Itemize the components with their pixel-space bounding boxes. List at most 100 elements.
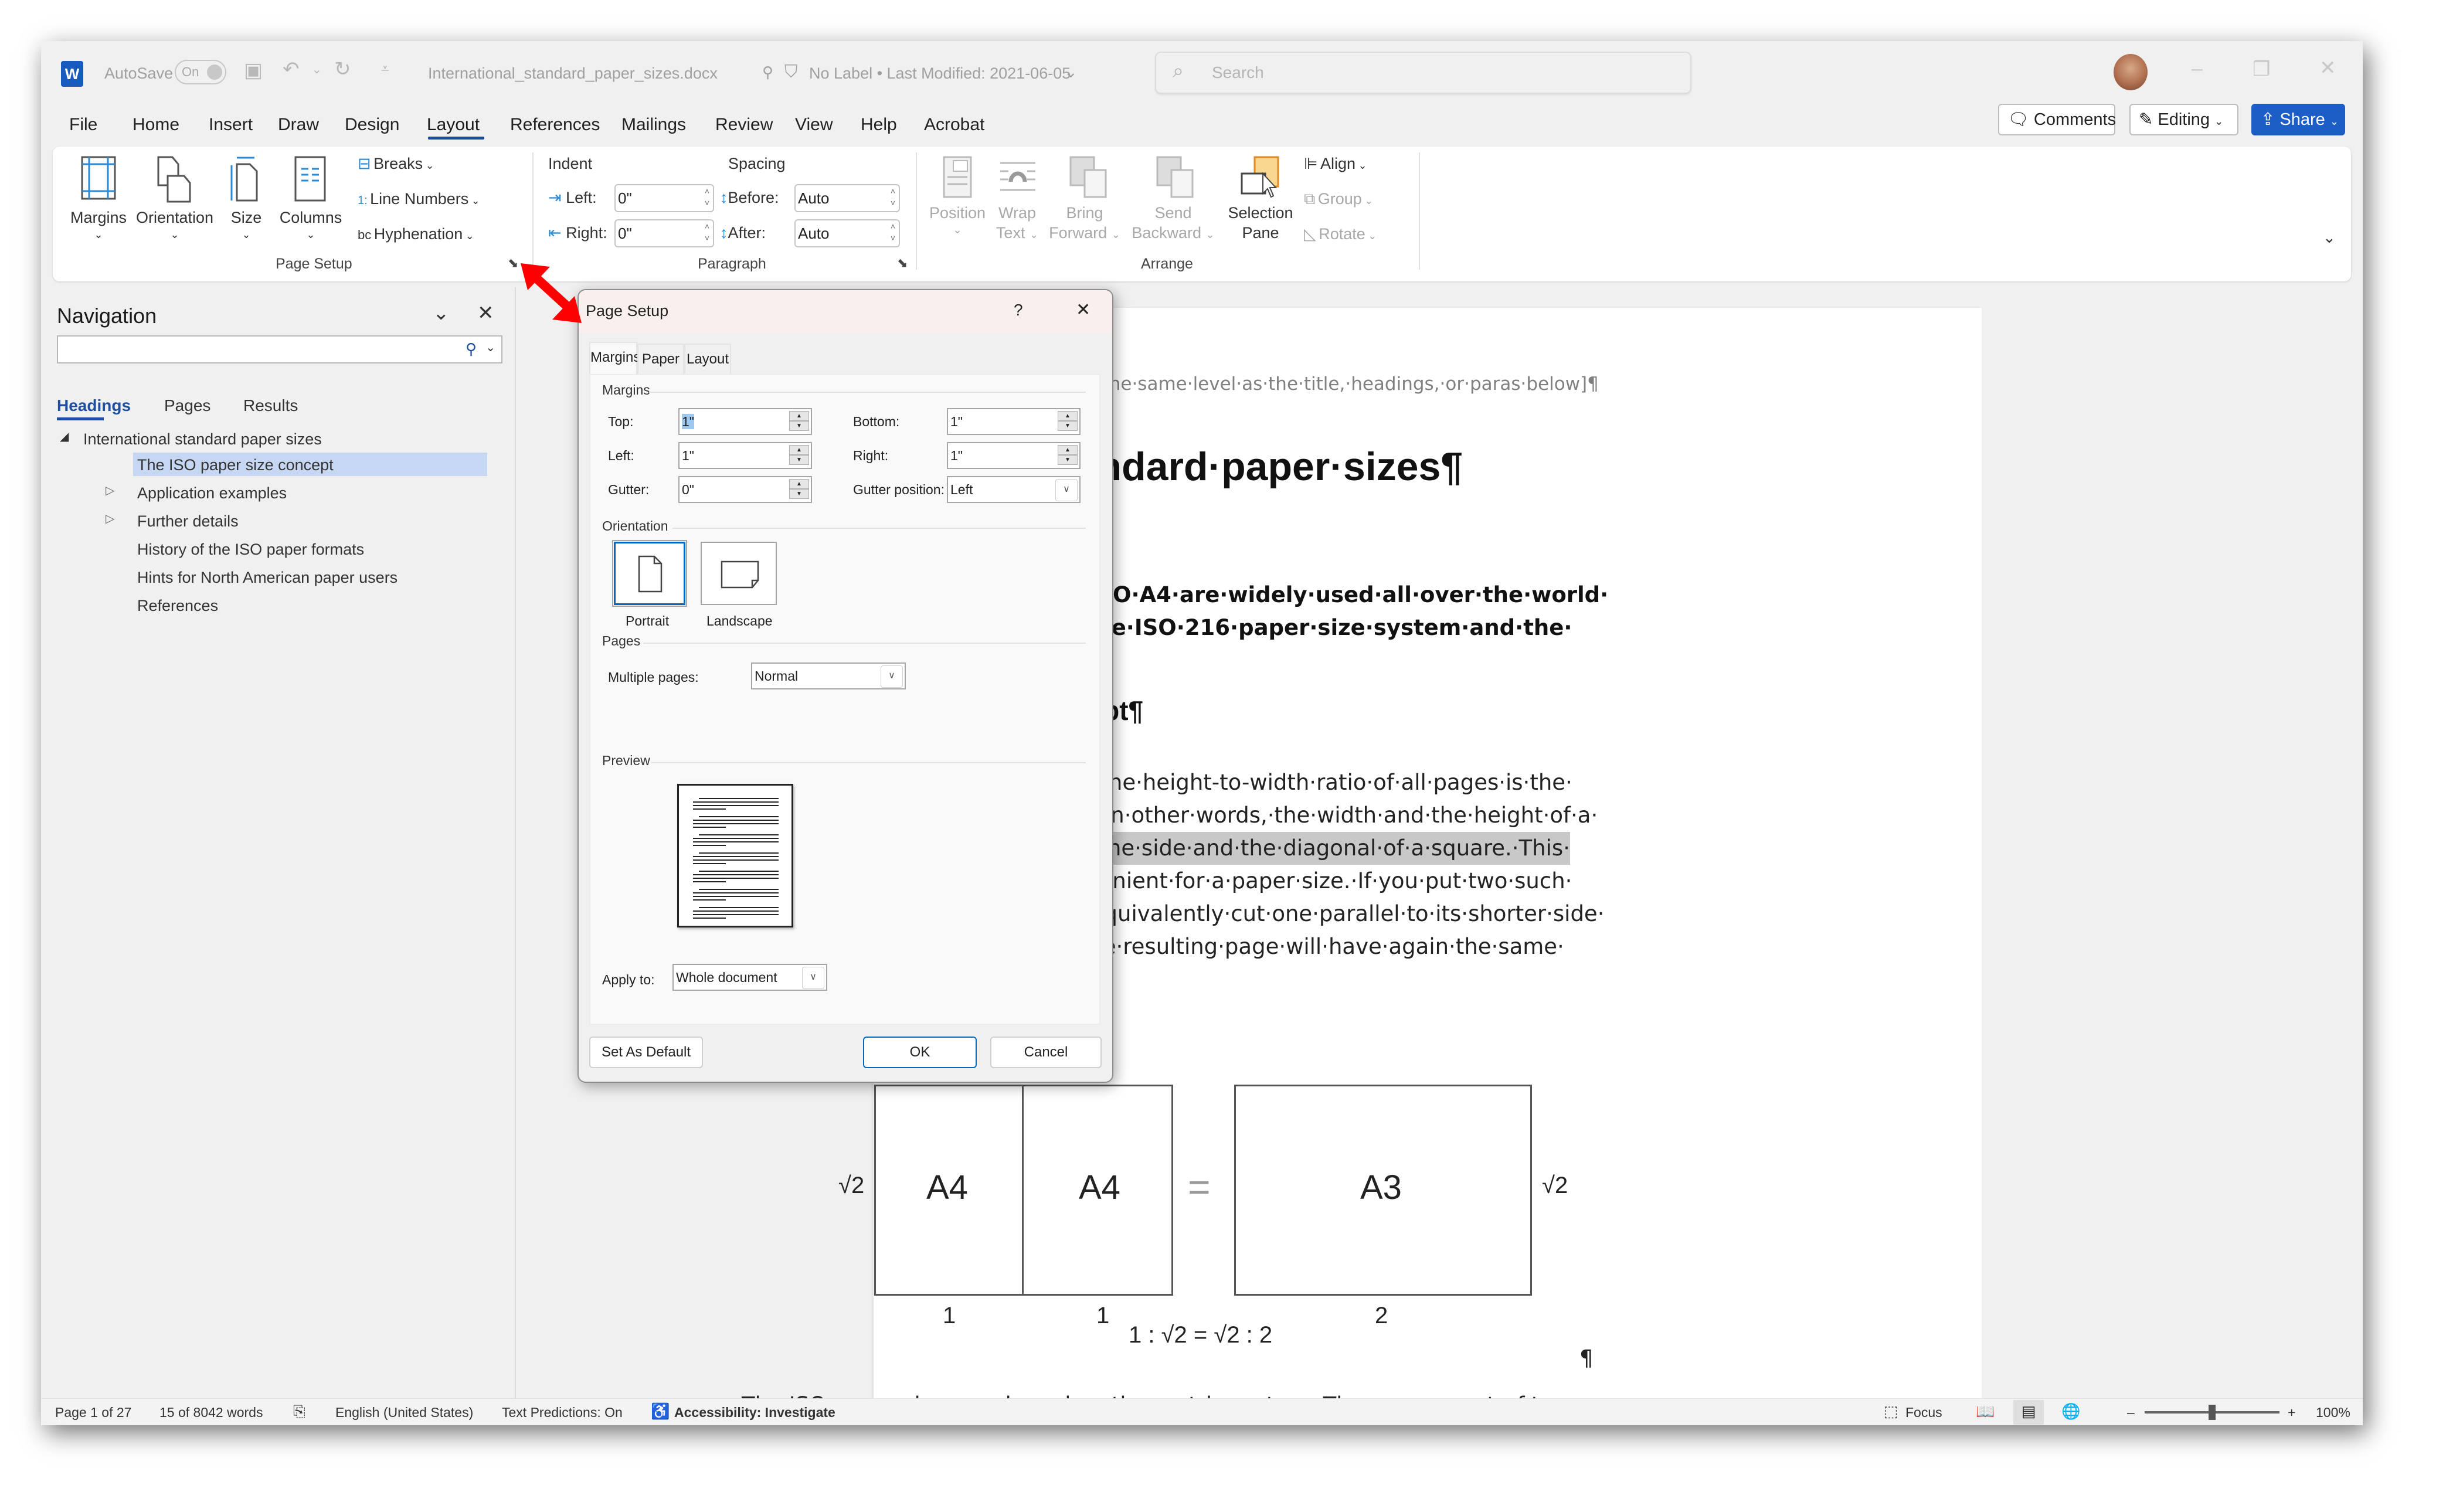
zoom-out-button[interactable]: –	[2127, 1405, 2135, 1421]
undo-dropdown-icon[interactable]: ⌄	[312, 62, 322, 77]
tab-layout[interactable]: Layout	[427, 115, 480, 135]
apply-to-select[interactable]: Whole document ∨	[672, 964, 827, 991]
accessibility-status[interactable]: Accessibility: Investigate	[674, 1405, 835, 1421]
line-numbers-button[interactable]: 1: Line Numbers ⌄	[358, 190, 480, 208]
hyphenation-button[interactable]: bc Hyphenation ⌄	[358, 225, 474, 243]
selection-pane-button[interactable]: Selection Pane	[1225, 156, 1296, 244]
left-spin-buttons[interactable]: ▲ ▼	[789, 445, 809, 466]
size-button[interactable]: Size ⌄	[223, 156, 270, 244]
nav-close-icon[interactable]: ✕	[477, 301, 494, 325]
collapsed-triangle-icon[interactable]: ▷	[106, 511, 114, 526]
left-margin-input[interactable]: 1" ▲ ▼	[678, 442, 812, 469]
focus-button[interactable]: Focus	[1905, 1405, 1942, 1421]
spacing-after-input[interactable]: Auto ˄ ˅	[794, 219, 900, 247]
ok-button[interactable]: OK	[863, 1037, 977, 1068]
tab-file[interactable]: File	[69, 115, 97, 135]
share-button[interactable]: ⇪ Share ⌄	[2251, 104, 2345, 135]
gutter-position-select[interactable]: Left ∨	[947, 476, 1081, 503]
zoom-slider-thumb[interactable]	[2209, 1405, 2216, 1420]
undo-icon[interactable]: ↶	[283, 57, 300, 81]
document-filename[interactable]: International_standard_paper_sizes.docx	[428, 64, 718, 83]
wrap-text-button[interactable]: Wrap Text ⌄	[991, 156, 1044, 244]
nav-tab-headings[interactable]: Headings	[57, 396, 131, 415]
gutter-spin-buttons[interactable]: ▲ ▼	[789, 479, 809, 500]
position-button[interactable]: Position ⌄	[925, 156, 990, 244]
web-layout-icon[interactable]: 🌐	[2061, 1402, 2080, 1421]
save-icon[interactable]: ▣	[244, 59, 263, 82]
margins-button[interactable]: Margins ⌄	[69, 156, 128, 244]
rotate-button[interactable]: ◺ Rotate ⌄	[1304, 225, 1377, 243]
collapse-ribbon-icon[interactable]: ⌄	[2323, 229, 2336, 247]
nav-heading-item[interactable]: History of the ISO paper formats	[137, 541, 364, 559]
spin-arrows-icon[interactable]: ˄ ˅	[891, 185, 895, 209]
spin-arrows-icon[interactable]: ˄ ˅	[891, 220, 895, 244]
tab-home[interactable]: Home	[133, 115, 179, 135]
paragraph-dialog-launcher-icon[interactable]: ⬊	[897, 256, 908, 271]
group-button[interactable]: ⧉ Group ⌄	[1304, 190, 1373, 209]
word-count[interactable]: 15 of 8042 words	[159, 1405, 263, 1421]
dialog-close-icon[interactable]: ✕	[1076, 300, 1090, 320]
tab-mailings[interactable]: Mailings	[621, 115, 686, 135]
nav-heading-item[interactable]: International standard paper sizes	[83, 430, 322, 448]
breaks-button[interactable]: ⊟ Breaks ⌄	[358, 155, 434, 173]
focus-icon[interactable]: ⬚	[1884, 1402, 1898, 1421]
tab-help[interactable]: Help	[861, 115, 897, 135]
bring-forward-button[interactable]: Bring Forward ⌄	[1044, 156, 1126, 244]
landscape-option[interactable]	[701, 542, 777, 605]
restore-icon[interactable]: ❐	[2253, 57, 2270, 81]
dialog-tab-paper[interactable]: Paper	[637, 344, 684, 374]
chevron-down-icon[interactable]: ∨	[802, 967, 824, 989]
indent-right-input[interactable]: 0" ˄ ˅	[614, 219, 714, 247]
nav-tab-pages[interactable]: Pages	[164, 396, 210, 415]
redo-icon[interactable]: ↻	[334, 57, 351, 81]
portrait-option[interactable]	[612, 540, 687, 607]
zoom-level[interactable]: 100%	[2316, 1405, 2350, 1421]
help-icon[interactable]: ?	[1014, 301, 1023, 320]
nav-options-chevron-icon[interactable]: ⌄	[433, 301, 450, 325]
tab-draw[interactable]: Draw	[278, 115, 319, 135]
proofing-icon[interactable]: ⎘	[293, 1402, 305, 1421]
right-margin-input[interactable]: 1" ▲ ▼	[947, 442, 1081, 469]
comments-button[interactable]: 🗨 Comments	[1998, 104, 2116, 135]
text-predictions-status[interactable]: Text Predictions: On	[502, 1405, 623, 1421]
sensitivity-icon[interactable]: ⛉	[784, 62, 798, 82]
print-layout-button[interactable]: ▤	[2013, 1400, 2044, 1425]
nav-search-input[interactable]: ⚲ ⌄	[57, 335, 502, 363]
nav-heading-item[interactable]: Application examples	[137, 484, 287, 502]
align-button[interactable]: ⊫ Align ⌄	[1304, 155, 1367, 173]
search-input[interactable]: ⌕ Search	[1155, 52, 1691, 94]
bottom-spin-buttons[interactable]: ▲ ▼	[1058, 411, 1078, 432]
send-backward-button[interactable]: Send Backward ⌄	[1129, 156, 1217, 244]
search-options-chevron-icon[interactable]: ⌄	[485, 340, 495, 355]
multiple-pages-select[interactable]: Normal ∨	[751, 662, 906, 689]
nav-heading-item[interactable]: Hints for North American paper users	[137, 569, 398, 587]
minimize-icon[interactable]: –	[2192, 57, 2203, 80]
tab-view[interactable]: View	[795, 115, 833, 135]
nav-heading-item-selected[interactable]: The ISO paper size concept	[137, 456, 334, 474]
top-margin-input[interactable]: 1" ▲ ▼	[678, 408, 812, 435]
page-count[interactable]: Page 1 of 27	[55, 1405, 131, 1421]
close-icon[interactable]: ✕	[2319, 56, 2336, 80]
zoom-in-button[interactable]: +	[2288, 1405, 2295, 1421]
autosave-toggle[interactable]: On	[175, 60, 226, 84]
right-spin-buttons[interactable]: ▲ ▼	[1058, 445, 1078, 466]
language-status[interactable]: English (United States)	[335, 1405, 473, 1421]
tab-insert[interactable]: Insert	[209, 115, 253, 135]
tab-review[interactable]: Review	[715, 115, 773, 135]
editing-button[interactable]: ✎ Editing ⌄	[2129, 104, 2238, 135]
bottom-margin-input[interactable]: 1" ▲ ▼	[947, 408, 1081, 435]
chevron-down-icon[interactable]: ∨	[1055, 479, 1078, 501]
tab-acrobat[interactable]: Acrobat	[924, 115, 984, 135]
chevron-down-icon[interactable]: ⌄	[1064, 63, 1078, 81]
expanded-triangle-icon[interactable]: ◢	[60, 429, 69, 444]
dialog-tab-margins[interactable]: Margins	[589, 342, 640, 375]
top-spin-buttons[interactable]: ▲ ▼	[789, 411, 809, 432]
tab-design[interactable]: Design	[345, 115, 399, 135]
spin-arrows-icon[interactable]: ˄ ˅	[705, 220, 709, 244]
set-as-default-button[interactable]: Set As Default	[589, 1037, 703, 1068]
collapsed-triangle-icon[interactable]: ▷	[106, 483, 114, 498]
chevron-down-icon[interactable]: ∨	[881, 665, 903, 688]
cancel-button[interactable]: Cancel	[990, 1037, 1102, 1068]
nav-tab-results[interactable]: Results	[243, 396, 298, 415]
label-status[interactable]: No Label • Last Modified: 2021-06-05	[809, 64, 1071, 83]
